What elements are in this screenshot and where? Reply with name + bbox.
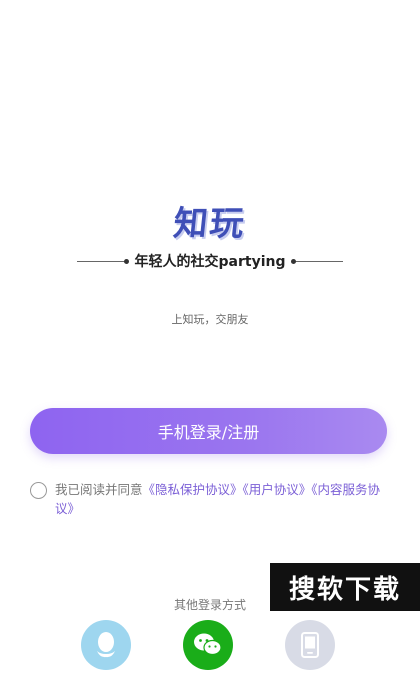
tagline-divider-right [291, 258, 344, 264]
slogan: 上知玩，交朋友 [171, 313, 249, 326]
logo-text: 知玩 [171, 203, 248, 244]
privacy-policy-link[interactable]: 《隐私保护协议》 [143, 482, 243, 497]
other-login-icons [0, 620, 420, 670]
watermark: 搜软下载 [270, 563, 420, 611]
agreement-prefix: 我已阅读并同意 [55, 482, 143, 497]
phone-device-login-button[interactable] [285, 620, 335, 670]
phone-login-button[interactable]: 手机登录/注册 [30, 408, 387, 454]
agreement-row: 我已阅读并同意《隐私保护协议》《用户协议》《内容服务协议》 [30, 480, 390, 518]
qq-login-button[interactable] [81, 620, 131, 670]
qq-icon [97, 632, 115, 658]
wechat-icon [194, 633, 222, 656]
tagline: 年轻人的社交partying [134, 254, 286, 270]
tagline-row: 年轻人的社交partying [0, 250, 420, 272]
user-agreement-link[interactable]: 《用户协议》 [243, 482, 312, 497]
tagline-divider-left [76, 258, 129, 264]
agreement-text: 我已阅读并同意《隐私保护协议》《用户协议》《内容服务协议》 [55, 480, 390, 518]
phone-icon [301, 632, 319, 658]
wechat-login-button[interactable] [183, 620, 233, 670]
app-logo: 知玩 [0, 196, 420, 244]
agreement-radio[interactable] [30, 482, 47, 499]
